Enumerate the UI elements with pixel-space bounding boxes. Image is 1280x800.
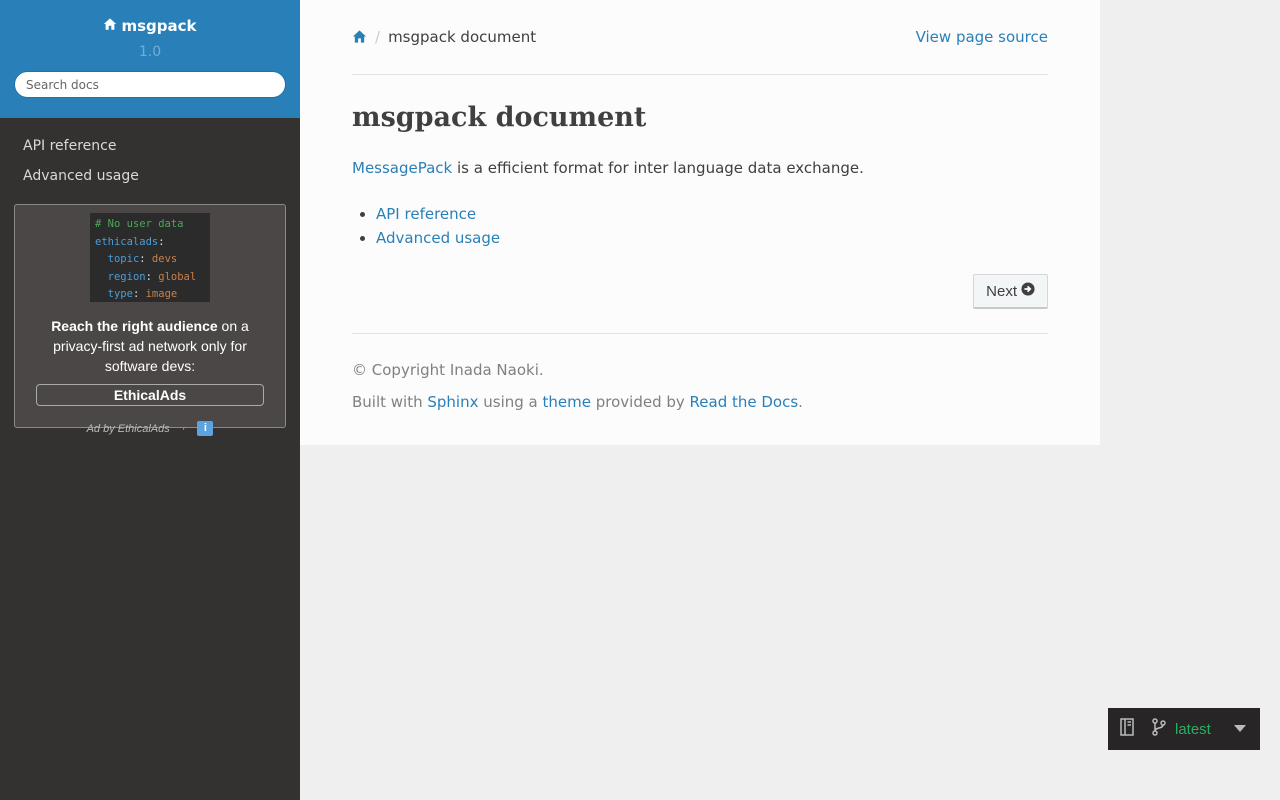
search-input[interactable] (14, 71, 286, 98)
toc-link-api-reference[interactable]: API reference (376, 205, 476, 223)
current-version: latest (1175, 720, 1211, 738)
intro-text: is a efficient format for inter language… (452, 159, 864, 177)
breadcrumb: / msgpack document View page source (352, 0, 1048, 75)
version-selector[interactable]: latest (1108, 708, 1260, 750)
breadcrumb-separator: / (375, 28, 381, 46)
ad-code-line: topic: devs (107, 253, 178, 265)
list-item: API reference (376, 202, 1048, 226)
theme-link[interactable]: theme (543, 393, 591, 411)
ad-code-line: # No user data (95, 218, 184, 230)
ad-code-line: region: global (107, 270, 197, 283)
book-icon (1119, 717, 1135, 741)
sidebar-nav: API reference Advanced usage (0, 118, 300, 191)
messagepack-link[interactable]: MessagePack (352, 159, 452, 177)
arrow-circle-right-icon (1021, 282, 1035, 300)
built-with-text: Built with Sphinx using a theme provided… (352, 393, 803, 411)
ad-code-line: type: image (107, 288, 178, 300)
read-the-docs-link[interactable]: Read the Docs (690, 393, 799, 411)
caret-down-icon (1234, 720, 1246, 738)
info-icon[interactable]: i (197, 421, 214, 436)
intro-paragraph: MessagePack is a efficient format for in… (352, 159, 1048, 177)
home-icon (103, 17, 117, 35)
project-name: msgpack (121, 17, 197, 35)
project-home-link[interactable]: msgpack (103, 17, 197, 35)
ad-image[interactable]: # No user data ethicalads: topic: devs r… (90, 213, 210, 302)
git-branch-icon (1151, 717, 1167, 741)
sidebar-item-advanced-usage[interactable]: Advanced usage (0, 161, 300, 191)
sphinx-link[interactable]: Sphinx (427, 393, 478, 411)
breadcrumb-home-icon[interactable] (352, 27, 367, 48)
main-content: / msgpack document View page source msgp… (300, 0, 1100, 445)
ad-text[interactable]: Reach the right audience on a privacy-fi… (25, 316, 275, 376)
toc-list: API reference Advanced usage (352, 202, 1048, 250)
page-title: msgpack document (352, 102, 647, 133)
ad-footer-separator: · (181, 422, 186, 435)
ethicalads-box: # No user data ethicalads: topic: devs r… (14, 204, 286, 436)
pagination: Next (352, 274, 1048, 309)
view-page-source-link[interactable]: View page source (916, 28, 1048, 46)
copyright-text: © Copyright Inada Naoki. (352, 361, 544, 379)
list-item: Advanced usage (376, 226, 1048, 250)
ad-footer: Ad by EthicalAds · i (15, 421, 285, 436)
breadcrumb-current: msgpack document (388, 28, 537, 46)
footer-divider (352, 333, 1048, 334)
ad-code-line: ethicalads: (95, 235, 165, 248)
ad-attribution-link[interactable]: Ad by EthicalAds (87, 423, 170, 435)
ad-cta-button[interactable]: EthicalAds (36, 384, 264, 406)
version-label: 1.0 (138, 44, 162, 60)
sidebar-header: msgpack 1.0 (0, 0, 300, 118)
next-label: Next (986, 282, 1017, 300)
sidebar-item-api-reference[interactable]: API reference (0, 131, 300, 161)
toc-link-advanced-usage[interactable]: Advanced usage (376, 229, 500, 247)
next-button[interactable]: Next (973, 274, 1048, 309)
sidebar: msgpack 1.0 API reference Advanced usage… (0, 0, 300, 800)
